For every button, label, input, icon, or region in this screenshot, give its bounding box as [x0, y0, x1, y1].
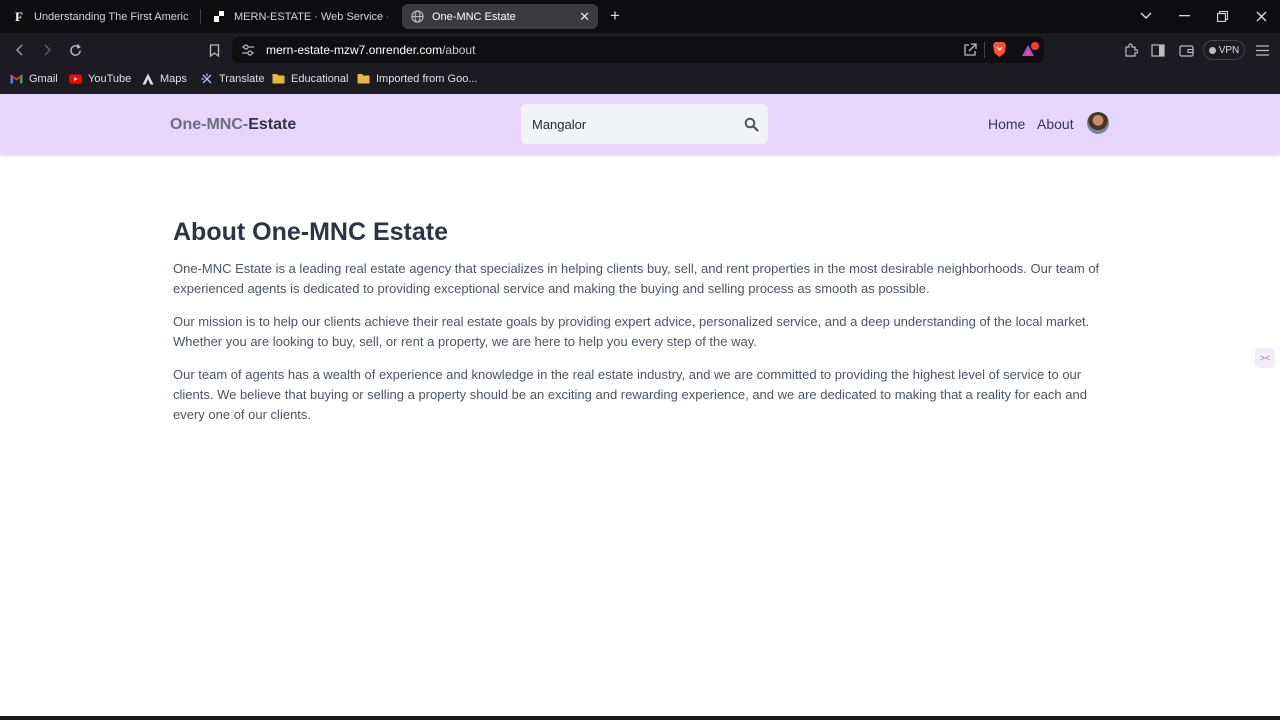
url-text[interactable]: mern-estate-mzw7.onrender.com/about [266, 43, 475, 57]
profile-avatar[interactable] [1087, 112, 1109, 134]
site-settings-icon[interactable] [241, 43, 255, 62]
share-icon[interactable] [963, 42, 978, 62]
page-title: About One-MNC Estate [173, 218, 448, 246]
tab-title: Understanding The First American Fi [34, 10, 188, 23]
site-header: One-MNC-Estate Home About [0, 94, 1280, 155]
bookmarks-bar: Gmail YouTube Maps Translate Educational… [0, 67, 1280, 93]
vpn-label: VPN [1218, 44, 1240, 56]
about-paragraph: Our team of agents has a wealth of exper… [173, 367, 1087, 422]
bookmark-maps[interactable]: Maps [141, 72, 187, 85]
extensions-icon[interactable] [1122, 41, 1140, 59]
about-section: About One-MNC Estate One-MNC Estate is a… [173, 218, 1113, 438]
tab-search-chevron-icon[interactable] [1133, 6, 1159, 26]
minimize-icon[interactable] [1171, 6, 1197, 26]
browser-tab-strip: F Understanding The First American Fi ME… [0, 0, 1280, 33]
bookmark-folder-educational[interactable]: Educational [272, 72, 349, 85]
new-tab-icon[interactable]: + [602, 6, 628, 26]
bookmark-label: Educational [291, 72, 349, 85]
logo-text-secondary: Estate [248, 116, 297, 133]
search-icon[interactable] [742, 115, 760, 133]
bookmark-label: Maps [160, 72, 187, 85]
brave-rewards-icon[interactable] [1021, 42, 1039, 63]
tab-title: MERN-ESTATE · Web Service · Rend [234, 10, 388, 23]
bookmark-label: Gmail [29, 72, 58, 85]
logo-text-primary: One-MNC- [170, 116, 249, 133]
sidebar-icon[interactable] [1149, 41, 1167, 59]
wallet-icon[interactable] [1177, 41, 1195, 59]
translate-icon [200, 72, 213, 85]
window-bottom-edge [0, 716, 1280, 720]
folder-icon [272, 72, 285, 85]
reload-icon[interactable] [66, 41, 84, 59]
brave-shields-icon[interactable] [992, 41, 1007, 63]
site-logo[interactable]: One-MNC-Estate [170, 116, 296, 134]
close-window-icon[interactable] [1248, 6, 1274, 26]
maps-icon [141, 72, 154, 85]
search-form [521, 104, 768, 144]
search-input[interactable] [532, 114, 732, 134]
bookmark-folder-imported[interactable]: Imported from Goo... [357, 72, 477, 85]
url-path: /about [442, 43, 476, 57]
tab-mern-estate[interactable]: MERN-ESTATE · Web Service · Rend [204, 4, 396, 29]
render-favicon-icon [212, 10, 226, 24]
youtube-icon [69, 72, 82, 85]
nav-about-link[interactable]: About [1037, 116, 1074, 132]
globe-icon [410, 10, 424, 24]
bookmark-label: Translate [219, 72, 265, 85]
close-tab-icon[interactable]: ✕ [573, 9, 590, 25]
bookmark-translate[interactable]: Translate [200, 72, 264, 85]
page-viewport: One-MNC-Estate Home About About One-MNC … [0, 94, 1280, 716]
tab-one-mnc-estate[interactable]: One-MNC Estate ✕ [402, 4, 598, 29]
floating-widget-icon[interactable]: >< [1255, 348, 1275, 368]
address-bar[interactable]: mern-estate-mzw7.onrender.com/about [232, 37, 1044, 63]
vpn-status-dot [1208, 46, 1216, 54]
gmail-icon [10, 72, 23, 85]
about-paragraph: One-MNC Estate is a leading real estate … [173, 261, 1100, 296]
bookmark-youtube[interactable]: YouTube [69, 72, 131, 85]
f-favicon-icon: F [15, 8, 23, 24]
tab-first-american[interactable]: F Understanding The First American Fi [4, 4, 196, 29]
nav-home-link[interactable]: Home [988, 116, 1025, 132]
restore-icon[interactable] [1209, 6, 1235, 26]
back-icon[interactable] [11, 41, 29, 59]
url-host: mern-estate-mzw7.onrender.com [266, 43, 443, 57]
tab-title: One-MNC Estate [432, 10, 516, 23]
folder-icon [357, 72, 370, 85]
browser-toolbar: mern-estate-mzw7.onrender.com/about VPN [0, 33, 1280, 67]
bookmark-gmail[interactable]: Gmail [10, 72, 58, 85]
vpn-button[interactable]: VPN [1203, 40, 1245, 60]
urlbar-divider [984, 42, 985, 58]
bookmark-label: YouTube [88, 72, 132, 85]
forward-icon[interactable] [38, 41, 56, 59]
bookmark-label: Imported from Goo... [376, 72, 478, 85]
tab-separator [200, 9, 201, 24]
menu-icon[interactable] [1253, 41, 1271, 59]
about-paragraph: Our mission is to help our clients achie… [173, 314, 1090, 349]
bookmark-icon[interactable] [205, 41, 223, 59]
